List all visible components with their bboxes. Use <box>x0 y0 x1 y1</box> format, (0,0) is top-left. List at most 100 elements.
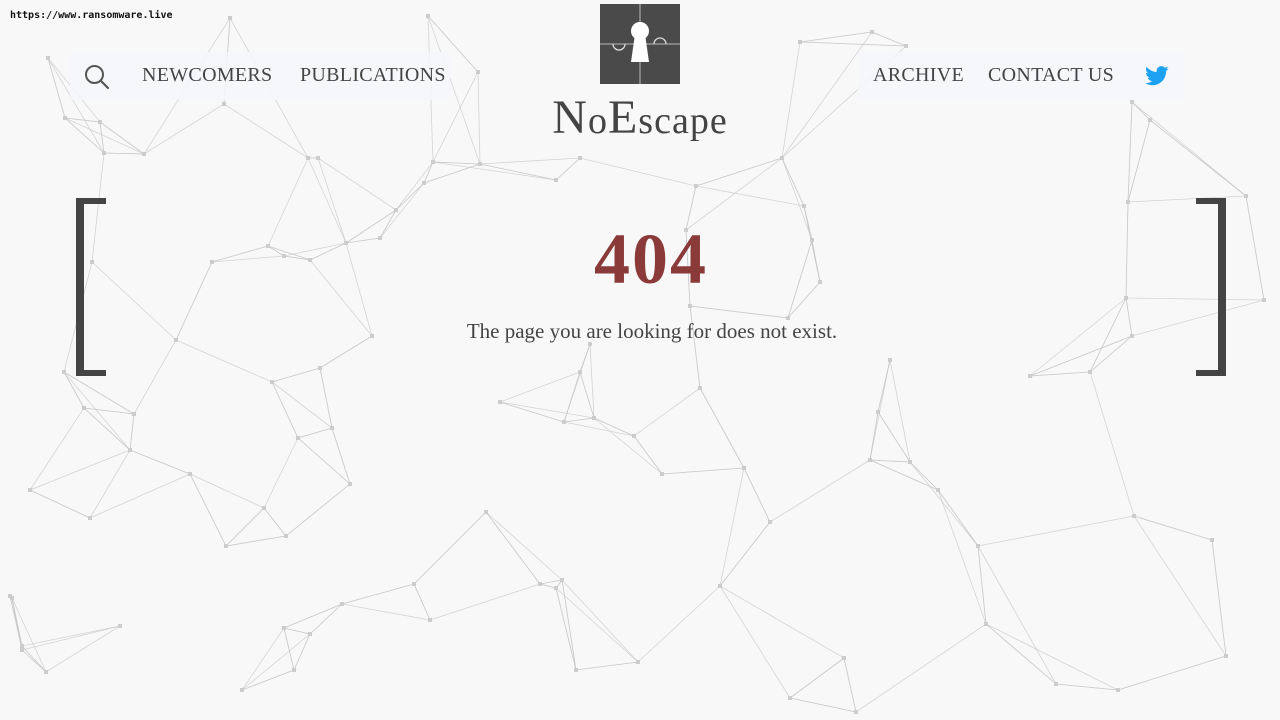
network-edge <box>499 371 581 403</box>
network-node <box>842 656 846 660</box>
network-edge <box>855 623 987 713</box>
network-node <box>210 260 214 264</box>
network-edge <box>267 245 311 261</box>
network-node <box>1210 538 1214 542</box>
network-edge <box>479 163 557 181</box>
network-edge <box>395 182 425 211</box>
network-edge <box>871 31 907 47</box>
network-node <box>340 602 344 606</box>
network-edge <box>83 407 131 451</box>
network-edge <box>309 603 343 635</box>
network-node <box>636 660 640 664</box>
network-node <box>228 16 232 20</box>
network-edge <box>241 669 295 691</box>
network-edge <box>267 245 285 257</box>
network-node <box>318 366 322 370</box>
network-edge <box>781 157 805 207</box>
network-edge <box>83 407 135 415</box>
network-node <box>574 668 578 672</box>
network-node <box>344 241 348 245</box>
network-edge <box>63 371 85 409</box>
network-edge <box>99 121 145 155</box>
network-node <box>20 648 24 652</box>
network-edge <box>719 467 745 587</box>
network-node <box>592 416 596 420</box>
network-edge <box>189 473 227 547</box>
network-edge <box>395 161 434 211</box>
network-node <box>1244 194 1248 198</box>
brand-letter-e: E <box>607 91 639 144</box>
network-node <box>876 410 880 414</box>
network-edge <box>977 515 1135 547</box>
network-node <box>578 156 582 160</box>
network-edge <box>99 121 105 154</box>
network-node <box>412 582 416 586</box>
network-edge <box>345 237 381 244</box>
network-edge <box>133 339 177 415</box>
network-edge <box>175 339 273 383</box>
network-node <box>1148 118 1152 122</box>
nav-right: ARCHIVE CONTACT US <box>858 52 1184 100</box>
network-edge <box>241 633 311 691</box>
network-node <box>292 668 296 672</box>
network-node <box>868 458 872 462</box>
network-node <box>102 151 106 155</box>
network-edge <box>555 587 639 663</box>
network-edge <box>309 259 373 337</box>
network-node <box>118 624 122 628</box>
brand-wordmark[interactable]: NoEscape <box>440 90 840 145</box>
network-edge <box>21 645 47 673</box>
nav-link-newcomers[interactable]: NEWCOMERS <box>142 64 272 87</box>
nav-left: NEWCOMERS PUBLICATIONS <box>70 52 450 100</box>
network-edge <box>11 597 23 647</box>
network-edge <box>319 367 333 429</box>
network-node <box>798 40 802 44</box>
nav-link-archive[interactable]: ARCHIVE <box>873 64 964 87</box>
network-node <box>431 160 435 164</box>
network-node <box>1028 374 1032 378</box>
network-edge <box>341 603 431 621</box>
network-edge <box>499 401 565 423</box>
network-node <box>984 622 988 626</box>
network-edge <box>869 459 939 491</box>
network-edge <box>307 157 347 244</box>
network-node <box>854 710 858 714</box>
network-edge <box>129 413 135 451</box>
network-node <box>768 520 772 524</box>
network-node <box>62 370 66 374</box>
nav-link-contact-us[interactable]: CONTACT US <box>988 64 1114 87</box>
network-edge <box>633 435 663 475</box>
network-edge <box>223 103 309 159</box>
network-edge <box>1089 371 1135 517</box>
network-edge <box>89 473 191 519</box>
nav-link-publications[interactable]: PUBLICATIONS <box>300 64 446 87</box>
brand-letter-n: N <box>552 91 588 144</box>
network-node <box>394 208 398 212</box>
network-edge <box>695 185 805 207</box>
logo-keyhole-icon[interactable] <box>600 4 680 84</box>
network-node <box>908 460 912 464</box>
network-edge <box>63 371 131 451</box>
network-node <box>578 370 582 374</box>
network-edge <box>719 585 845 659</box>
network-edge <box>64 117 145 155</box>
network-node <box>44 670 48 674</box>
network-edge <box>413 511 487 585</box>
network-node <box>262 506 266 510</box>
network-node <box>422 181 426 185</box>
network-edge <box>263 507 287 537</box>
network-edge <box>593 417 635 437</box>
network-edge <box>909 461 939 491</box>
network-node <box>780 156 784 160</box>
network-node <box>128 448 132 452</box>
network-node <box>426 14 430 18</box>
network-edge <box>309 242 347 261</box>
network-edge <box>1089 297 1127 373</box>
network-edge <box>267 157 309 247</box>
search-icon[interactable] <box>84 64 110 90</box>
network-edge <box>317 157 347 244</box>
network-node <box>88 516 92 520</box>
twitter-icon[interactable] <box>1145 66 1169 86</box>
network-node <box>296 436 300 440</box>
network-edge <box>271 381 333 429</box>
